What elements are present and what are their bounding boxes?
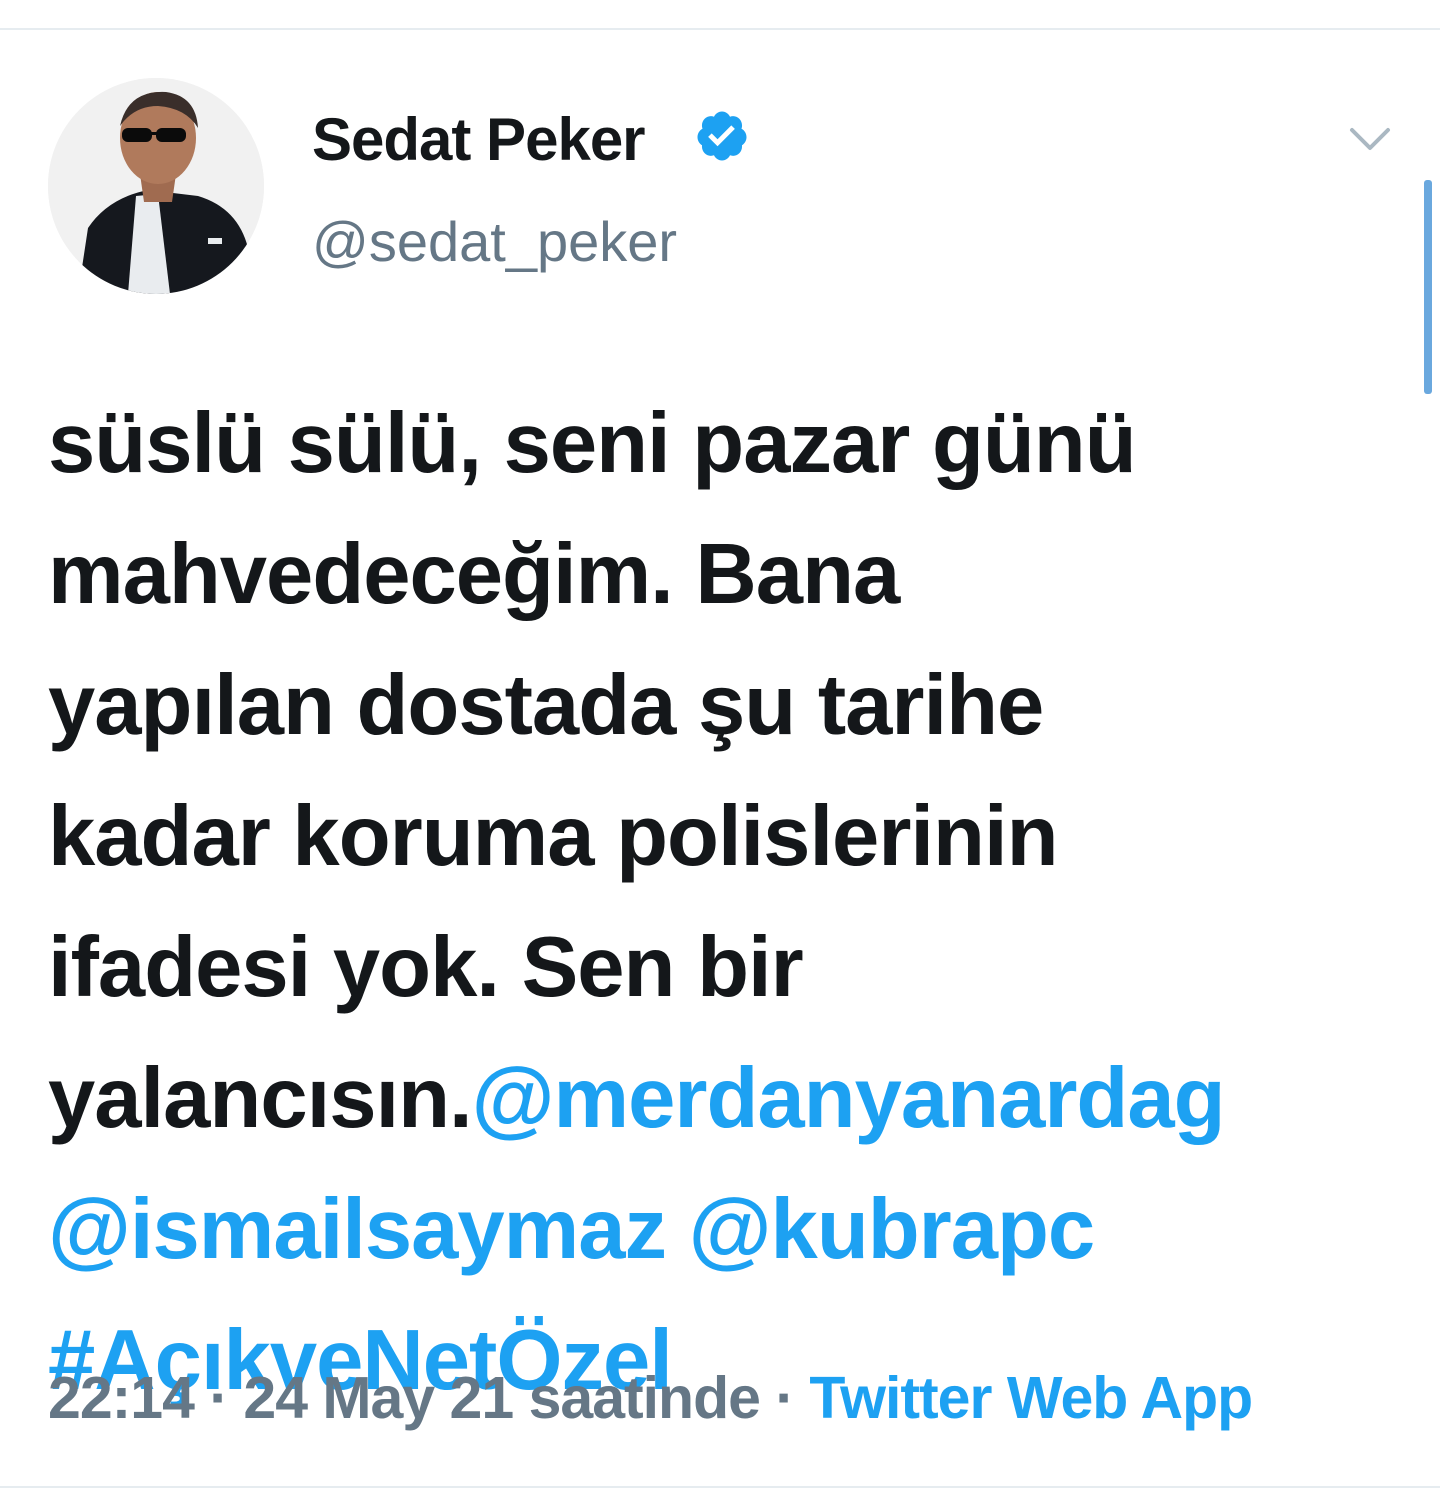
- tweet-text-line: kadar koruma polislerinin: [48, 789, 1059, 884]
- profile-photo-icon: [48, 78, 264, 294]
- user-handle[interactable]: @sedat_peker: [312, 208, 677, 276]
- tweet-text: süslü sülü, seni pazar günü mahvedeceğim…: [48, 378, 1398, 1426]
- scrollbar[interactable]: [1424, 180, 1432, 394]
- tweet-text-line: ifadesi yok. Sen bir: [48, 920, 804, 1015]
- tweet-date[interactable]: 24 May 21 saatinde: [243, 1365, 761, 1431]
- verified-badge-icon: [697, 111, 747, 161]
- meta-separator: ·: [775, 1365, 795, 1431]
- tweet-text-line: süslü sülü, seni pazar günü: [48, 396, 1137, 491]
- meta-separator: ·: [209, 1365, 229, 1431]
- tweet-text-segment: yalancısın.: [48, 1051, 473, 1146]
- bottom-divider: [0, 1486, 1440, 1488]
- tweet-text-line: mahvedeceğim. Bana: [48, 527, 900, 622]
- tweet-source-link[interactable]: Twitter Web App: [809, 1365, 1253, 1431]
- mention-link[interactable]: @ismailsaymaz: [48, 1182, 667, 1277]
- mention-link[interactable]: @kubrapc: [689, 1182, 1096, 1277]
- chevron-down-icon[interactable]: [1346, 120, 1394, 156]
- top-divider: [0, 28, 1440, 30]
- display-name[interactable]: Sedat Peker: [312, 104, 646, 176]
- tweet-time[interactable]: 22:14: [48, 1365, 195, 1431]
- tweet-meta: 22:14 · 24 May 21 saatinde · Twitter Web…: [48, 1362, 1418, 1434]
- tweet-text-line: @ismailsaymaz @kubrapc: [48, 1164, 1398, 1295]
- tweet-text-line: yapılan dostada şu tarihe: [48, 658, 1044, 753]
- avatar[interactable]: [48, 78, 264, 294]
- mention-link[interactable]: @merdanyanardag: [472, 1051, 1226, 1146]
- tweet-text-line: yalancısın.@merdanyanardag: [48, 1033, 1398, 1164]
